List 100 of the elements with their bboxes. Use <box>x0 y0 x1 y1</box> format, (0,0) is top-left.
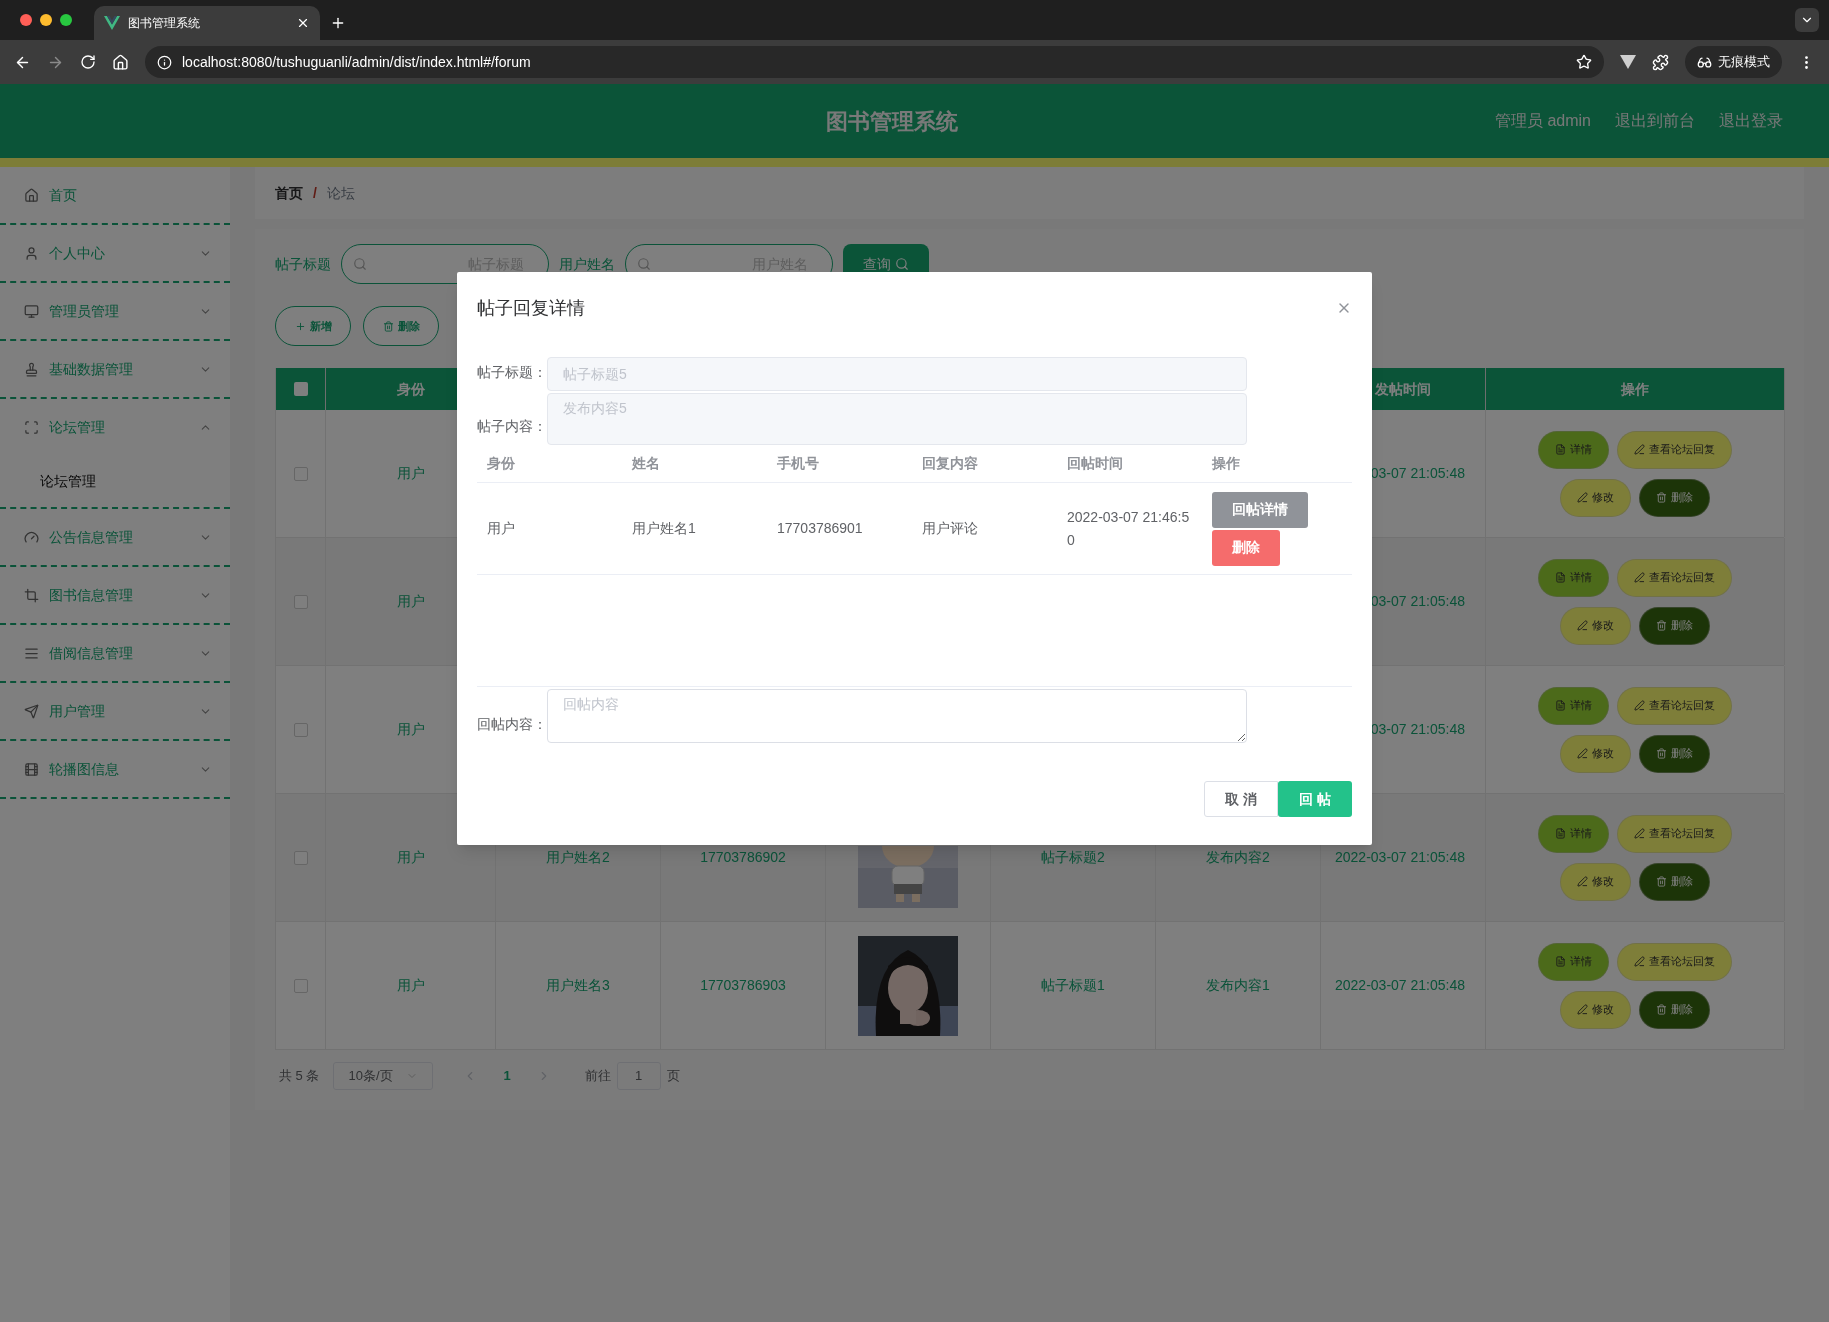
bookmark-icon[interactable] <box>1576 54 1592 70</box>
detail-button[interactable]: 详情 <box>1538 814 1609 853</box>
minimize-window-icon[interactable] <box>40 14 52 26</box>
view-replies-button[interactable]: 查看论坛回复 <box>1617 558 1732 597</box>
sidebar-item[interactable]: 借阅信息管理 <box>0 625 230 681</box>
app-title: 图书管理系统 <box>825 107 958 136</box>
search-icon <box>353 257 367 271</box>
close-window-icon[interactable] <box>20 14 32 26</box>
table-cell-text: 17703786903 <box>700 976 786 995</box>
table-cell-text: 用户评论 <box>921 519 979 538</box>
table-cell-text: 帖子标题1 <box>1041 976 1105 995</box>
table-cell-text: 用户 <box>396 720 425 739</box>
page-input[interactable]: 1 <box>616 1062 661 1090</box>
header-link[interactable]: 退出登录 <box>1719 109 1783 133</box>
select-all-checkbox[interactable] <box>293 382 308 396</box>
search-label: 帖子标题 <box>275 254 331 274</box>
sidebar-item[interactable]: 公告信息管理 <box>0 509 230 565</box>
delete-button[interactable]: 删除 <box>1639 606 1710 645</box>
delete-button[interactable]: 删除 <box>1639 862 1710 901</box>
extensions-icon[interactable] <box>1652 53 1669 71</box>
page-size-select[interactable]: 10条/页 <box>333 1062 434 1090</box>
column-header: 发帖时间 <box>1375 379 1431 399</box>
user-icon <box>24 245 39 261</box>
view-replies-button[interactable]: 查看论坛回复 <box>1617 942 1732 981</box>
sidebar-item[interactable]: 论坛管理 <box>0 399 230 455</box>
detail-button[interactable]: 详情 <box>1538 558 1609 597</box>
breadcrumb-link[interactable]: 首页 <box>275 182 303 204</box>
row-checkbox[interactable] <box>293 594 308 609</box>
new-tab-icon[interactable] <box>330 15 346 31</box>
row-checkbox[interactable] <box>293 978 308 993</box>
table-cell-text: 2022-03-07 21:05:48 <box>1335 848 1465 867</box>
total-count: 共 5 条 <box>279 1067 320 1086</box>
row-checkbox[interactable] <box>293 466 308 481</box>
sidebar-item[interactable]: 轮播图信息 <box>0 741 230 797</box>
cancel-button[interactable]: 取 消 <box>1204 781 1278 817</box>
column-header: 回复内容 <box>921 454 979 473</box>
view-replies-button[interactable]: 查看论坛回复 <box>1617 430 1732 469</box>
header-link[interactable]: 退出到前台 <box>1615 109 1695 133</box>
sidebar-item[interactable]: 图书信息管理 <box>0 567 230 623</box>
sidebar-item[interactable]: 基础数据管理 <box>0 341 230 397</box>
document-icon <box>1555 444 1566 455</box>
row-checkbox[interactable] <box>293 850 308 865</box>
tab-title: 图书管理系统 <box>128 15 201 32</box>
edit-button[interactable]: 修改 <box>1560 734 1631 773</box>
table-cell-text: 用户 <box>396 464 425 483</box>
extension-icon[interactable] <box>1620 55 1636 69</box>
edit-button[interactable]: 修改 <box>1560 478 1631 517</box>
table-cell-text: 17703786902 <box>700 848 786 867</box>
sidebar-item[interactable]: 个人中心 <box>0 225 230 281</box>
edit-button[interactable]: 修改 <box>1560 862 1631 901</box>
header-link[interactable]: 管理员 admin <box>1494 109 1591 133</box>
browser-tab[interactable]: 图书管理系统 <box>94 6 320 40</box>
sidebar-item[interactable]: 用户管理 <box>0 683 230 739</box>
reply-button[interactable]: 回 帖 <box>1278 781 1352 817</box>
frame-icon <box>24 419 39 435</box>
reload-icon[interactable] <box>80 54 96 70</box>
pen-icon <box>1634 572 1645 583</box>
view-replies-button[interactable]: 查看论坛回复 <box>1617 814 1732 853</box>
detail-button[interactable]: 详情 <box>1538 942 1609 981</box>
row-checkbox[interactable] <box>293 722 308 737</box>
document-icon <box>1555 572 1566 583</box>
maximize-window-icon[interactable] <box>60 14 72 26</box>
trash-icon <box>1656 748 1667 759</box>
edit-button[interactable]: 修改 <box>1560 990 1631 1029</box>
sidebar-item[interactable]: 管理员管理 <box>0 283 230 339</box>
page-number[interactable]: 1 <box>491 1066 523 1086</box>
delete-button[interactable]: 删除 <box>1639 990 1710 1029</box>
table-cell-text: 用户姓名1 <box>631 519 697 538</box>
delete-button[interactable]: 删除 <box>1639 734 1710 773</box>
table-cell-text: 用户 <box>396 848 425 867</box>
pen-icon <box>1577 876 1588 887</box>
sidebar-item[interactable]: 首页 <box>0 167 230 223</box>
incognito-badge[interactable]: 无痕模式 <box>1685 46 1782 78</box>
site-info-icon[interactable] <box>157 54 172 70</box>
detail-button[interactable]: 详情 <box>1538 430 1609 469</box>
reply-detail-button[interactable]: 回帖详情 <box>1212 491 1308 528</box>
delete-button[interactable]: 删除 <box>1639 478 1710 517</box>
table-cell-text: 用户 <box>396 976 425 995</box>
document-icon <box>1555 828 1566 839</box>
table-cell-text: 用户姓名2 <box>546 848 610 867</box>
address-bar[interactable]: localhost:8080/tushuguanli/admin/dist/index.html#/forum <box>145 46 1604 78</box>
batch-delete-button[interactable]: 删除 <box>363 306 439 346</box>
trash-icon <box>1656 620 1667 631</box>
tab-list-button[interactable] <box>1795 8 1819 32</box>
view-replies-button[interactable]: 查看论坛回复 <box>1617 686 1732 725</box>
delete-button[interactable]: 删除 <box>1212 529 1280 566</box>
home-icon[interactable] <box>112 53 129 71</box>
search-icon <box>637 257 651 271</box>
table-cell-text: 帖子标题2 <box>1041 848 1105 867</box>
home-icon <box>24 187 39 203</box>
trash-icon <box>1656 1004 1667 1015</box>
detail-button[interactable]: 详情 <box>1538 686 1609 725</box>
edit-button[interactable]: 修改 <box>1560 606 1631 645</box>
pen-icon <box>1634 700 1645 711</box>
tab-favicon-icon <box>104 16 120 30</box>
gauge-icon <box>24 529 39 545</box>
sidebar-subitem[interactable]: 论坛管理 <box>0 455 230 507</box>
add-button[interactable]: 新增 <box>275 306 351 346</box>
close-tab-icon[interactable] <box>296 16 310 30</box>
plus-icon <box>294 320 306 332</box>
